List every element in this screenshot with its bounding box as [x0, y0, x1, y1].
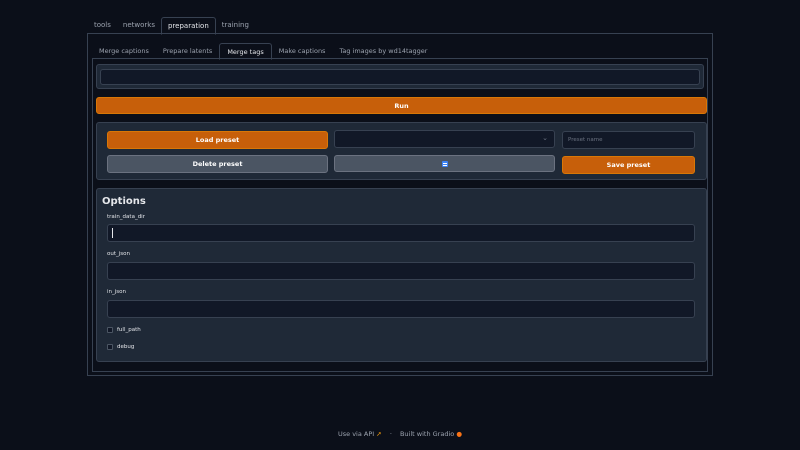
load-preset-button[interactable]: Load preset — [107, 131, 328, 149]
tab-tools[interactable]: tools — [88, 17, 117, 34]
out-json-label: out_json — [107, 251, 131, 257]
in-json-input[interactable] — [107, 300, 695, 318]
footer-separator: · — [389, 430, 392, 438]
top-tab-bar: tools networks preparation training — [88, 17, 255, 35]
full-path-label: full_path — [117, 327, 141, 333]
preset-select[interactable]: ⌄ — [334, 130, 555, 148]
train-data-dir-label: train_data_dir — [107, 214, 145, 220]
save-preset-button[interactable]: Save preset — [562, 156, 695, 174]
gradio-logo-icon: ● — [456, 430, 462, 438]
tab-make-captions[interactable]: Make captions — [272, 43, 333, 59]
rocket-icon: ➚ — [376, 430, 382, 438]
tab-tag-images-wd14tagger[interactable]: Tag images by wd14tagger — [332, 43, 434, 59]
footer: Use via API ➚ · Built with Gradio ● — [0, 430, 800, 438]
sub-tab-bar: Merge captions Prepare latents Merge tag… — [92, 43, 434, 60]
train-data-dir-input[interactable] — [107, 224, 695, 242]
out-json-input[interactable] — [107, 262, 695, 280]
in-json-label: in_json — [107, 289, 127, 295]
chevron-down-icon: ⌄ — [542, 134, 548, 142]
tab-networks[interactable]: networks — [117, 17, 161, 34]
file-upload-button[interactable] — [334, 155, 555, 172]
use-via-api-link[interactable]: Use via API ➚ — [338, 430, 382, 438]
output-panel — [96, 64, 704, 89]
preset-panel: Load preset ⌄ Preset name Delete preset … — [96, 122, 707, 180]
full-path-checkbox[interactable] — [107, 327, 113, 333]
delete-preset-button[interactable]: Delete preset — [107, 155, 328, 173]
text-cursor — [112, 228, 113, 238]
preset-name-input[interactable]: Preset name — [562, 131, 695, 149]
run-button[interactable]: Run — [96, 97, 707, 114]
options-title: Options — [102, 196, 146, 207]
tab-merge-captions[interactable]: Merge captions — [92, 43, 156, 59]
tab-training[interactable]: training — [216, 17, 255, 34]
debug-checkbox[interactable] — [107, 344, 113, 350]
debug-label: debug — [117, 344, 135, 350]
upload-icon — [441, 160, 448, 167]
preparation-panel: Merge captions Prepare latents Merge tag… — [87, 33, 713, 376]
merge-tags-frame: Run Load preset ⌄ Preset name Delete pre… — [92, 58, 708, 372]
options-panel: Options train_data_dir out_json in_json … — [96, 188, 707, 362]
built-with-gradio-link[interactable]: Built with Gradio ● — [400, 430, 462, 438]
output-box — [100, 69, 700, 85]
tab-prepare-latents[interactable]: Prepare latents — [156, 43, 219, 59]
preset-name-placeholder: Preset name — [568, 137, 603, 143]
